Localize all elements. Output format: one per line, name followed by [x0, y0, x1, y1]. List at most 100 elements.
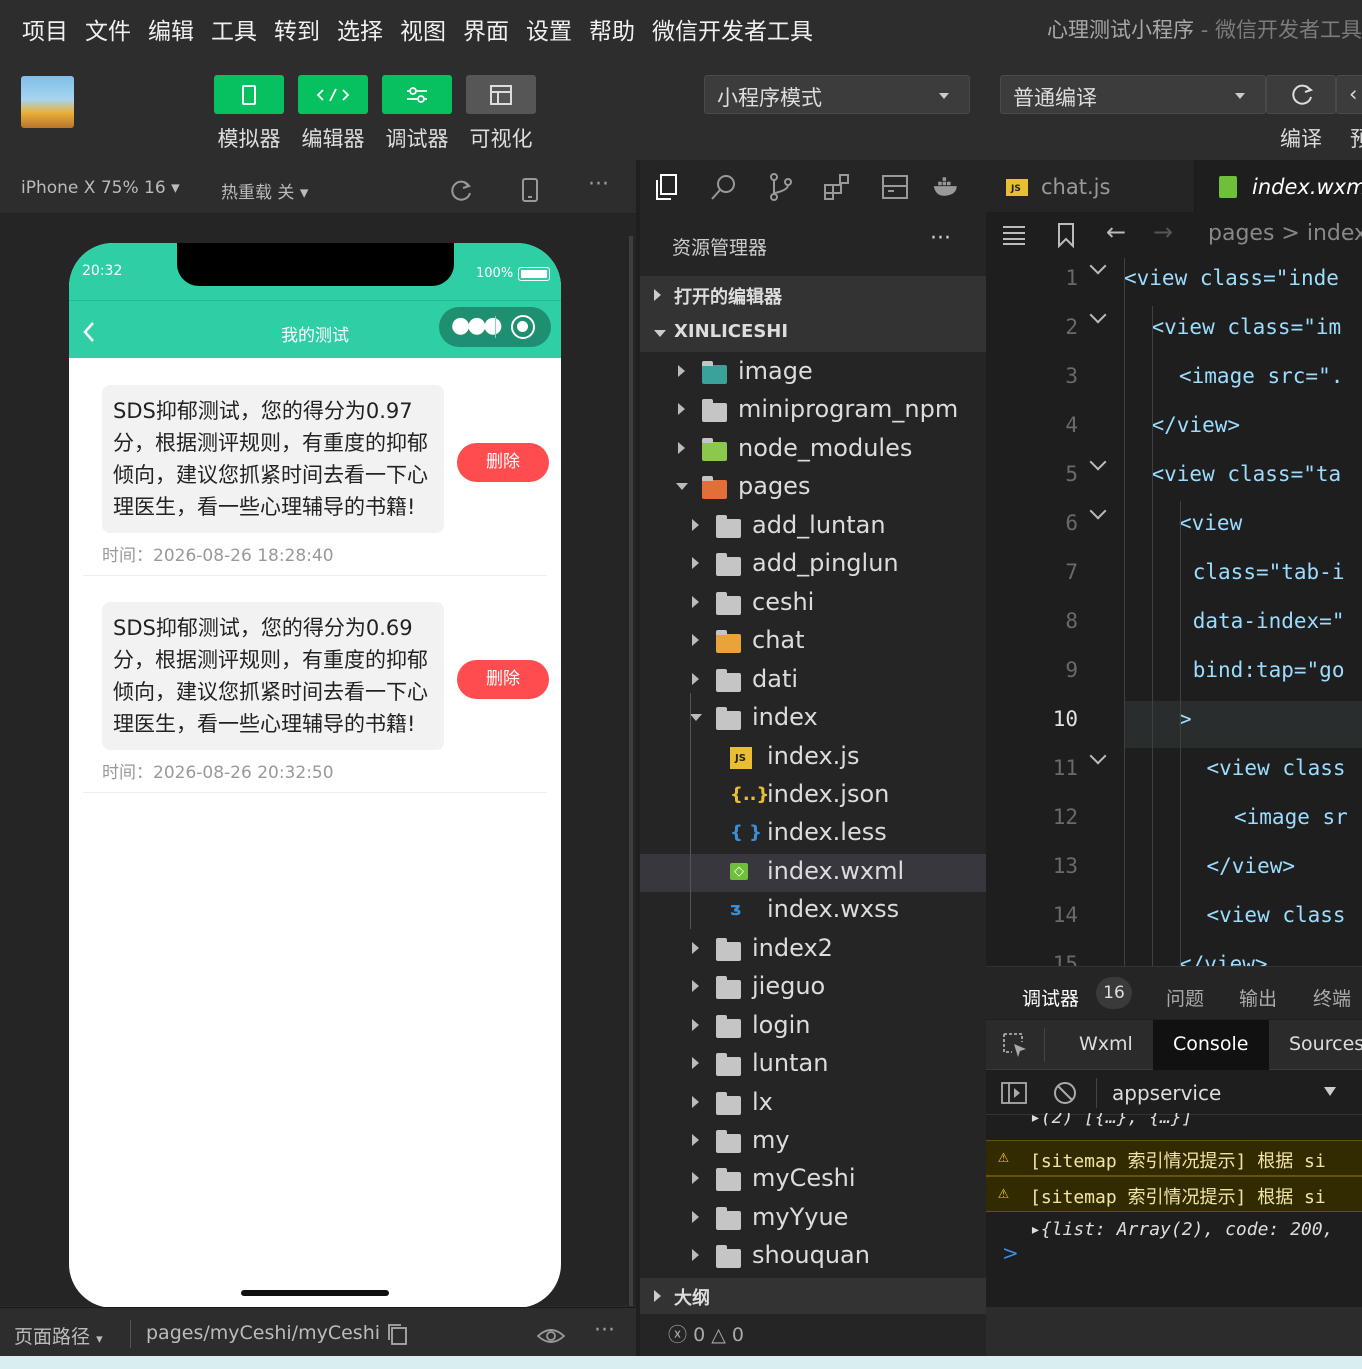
console-log[interactable]: ▸{list: Array(2), code: 200,	[986, 1213, 1362, 1249]
menu-item[interactable]: 选择	[337, 12, 383, 46]
eye-icon[interactable]	[536, 1326, 566, 1346]
open-editors-section[interactable]: 打开的编辑器	[640, 276, 986, 314]
bookmark-icon[interactable]	[1056, 222, 1076, 248]
close-miniprogram-icon[interactable]	[511, 315, 535, 339]
clear-console-icon[interactable]	[1053, 1081, 1077, 1105]
console-warning[interactable]: ⚠ [sitemap 索引情况提示] 根据 si	[986, 1139, 1362, 1176]
sidebar-toggle-icon[interactable]	[1000, 1081, 1028, 1105]
console-log[interactable]: ▸(2) [{…}, {…}]	[986, 1113, 1362, 1137]
tree-item[interactable]: miniprogram_npm	[640, 392, 988, 430]
preview-button[interactable]: ‹	[1336, 75, 1362, 114]
tree-item[interactable]: myCeshi	[640, 1161, 988, 1199]
rotate-icon[interactable]	[448, 177, 474, 203]
files-icon[interactable]	[652, 172, 682, 202]
tree-item[interactable]: myYyue	[640, 1200, 988, 1238]
menu-item[interactable]: 视图	[400, 12, 446, 46]
chevron-down-icon[interactable]	[1324, 1087, 1336, 1096]
menu-item[interactable]: 界面	[463, 12, 509, 46]
console-warning[interactable]: ⚠ [sitemap 索引情况提示] 根据 si	[986, 1176, 1362, 1212]
menu-item[interactable]: 帮助	[589, 12, 635, 46]
search-icon[interactable]	[709, 172, 739, 202]
subtab-sources[interactable]: Sources	[1289, 1033, 1362, 1055]
nav-back-icon[interactable]: ←	[1106, 218, 1126, 246]
menu-item[interactable]: 转到	[274, 12, 320, 46]
tree-item[interactable]: my	[640, 1123, 988, 1161]
tree-item[interactable]: luntan	[640, 1046, 988, 1084]
fold-chevron-icon[interactable]	[1089, 453, 1107, 471]
tree-item[interactable]: chat	[640, 623, 988, 661]
fold-chevron-icon[interactable]	[1089, 306, 1107, 324]
avatar[interactable]	[21, 76, 74, 128]
console-prompt[interactable]: >	[1002, 1241, 1019, 1265]
tree-item[interactable]: { } index.less	[640, 815, 988, 853]
nav-forward-icon[interactable]: →	[1153, 218, 1173, 246]
tree-item[interactable]: shouquan	[640, 1238, 988, 1276]
console-output[interactable]: ▸(2) [{…}, {…}] ⚠ [sitemap 索引情况提示] 根据 si ⚠ […	[986, 1113, 1362, 1308]
fold-chevron-icon[interactable]	[1089, 502, 1107, 520]
project-section[interactable]: XINLICESHI	[640, 314, 986, 352]
tree-item[interactable]: ◇ index.wxml	[640, 853, 988, 892]
delete-button[interactable]: 删除	[457, 660, 549, 699]
copy-icon[interactable]	[386, 1322, 408, 1346]
tree-item[interactable]: {..} index.json	[640, 777, 988, 815]
tree-item[interactable]: JS index.js	[640, 739, 988, 777]
tree-item[interactable]: dati	[640, 662, 988, 700]
tab-output[interactable]: 输出	[1239, 984, 1277, 1011]
tree-item[interactable]: ceshi	[640, 585, 988, 623]
menu-item[interactable]: 微信开发者工具	[652, 12, 813, 46]
delete-button[interactable]: 删除	[457, 443, 549, 482]
docker-icon[interactable]	[932, 172, 962, 202]
more-icon[interactable]: ···	[930, 226, 951, 251]
visual-button[interactable]	[466, 75, 536, 114]
subtab-console[interactable]: Console	[1173, 1033, 1248, 1055]
inspect-icon[interactable]	[1002, 1032, 1028, 1058]
tree-item[interactable]: pages	[640, 469, 988, 507]
debugger-button[interactable]	[382, 75, 452, 114]
tree-item[interactable]: lx	[640, 1085, 988, 1123]
more-icon[interactable]: ···	[588, 172, 609, 197]
tree-item[interactable]: add_pinglun	[640, 546, 988, 584]
tree-item[interactable]: ᴣ index.wxss	[640, 892, 988, 930]
code-area[interactable]: 1 <view class="inde 2 <view class="im 3 <imag…	[986, 258, 1362, 966]
tree-item[interactable]: image	[640, 354, 988, 392]
fold-chevron-icon[interactable]	[1089, 747, 1107, 765]
more-icon[interactable]: ···	[594, 1318, 615, 1343]
page-path-select[interactable]: 页面路径 ▾	[14, 1322, 103, 1349]
tab-terminal[interactable]: 终端	[1313, 984, 1351, 1011]
subtab-wxml[interactable]: Wxml	[1079, 1033, 1133, 1055]
context-select[interactable]: appservice	[1112, 1081, 1221, 1105]
mode-select[interactable]: 小程序模式	[704, 75, 970, 114]
tree-item[interactable]: login	[640, 1008, 988, 1046]
tab-index-wxml[interactable]: index.wxml	[1195, 160, 1362, 212]
menu-item[interactable]: 编辑	[148, 12, 194, 46]
fold-chevron-icon[interactable]	[1089, 258, 1107, 275]
problems-counter[interactable]: ⓧ 0 △ 0	[668, 1320, 744, 1347]
simulator-button[interactable]	[214, 75, 284, 114]
device-icon[interactable]	[521, 177, 539, 203]
hotreload-select[interactable]: 热重载 关 ▾	[221, 178, 308, 203]
tree-item[interactable]: index2	[640, 931, 988, 969]
menu-item[interactable]: 项目	[22, 12, 68, 46]
extensions-icon[interactable]	[822, 172, 852, 202]
menu-item[interactable]: 工具	[211, 12, 257, 46]
compile-button[interactable]	[1266, 75, 1336, 114]
menu-item[interactable]: 文件	[85, 12, 131, 46]
tab-chat-js[interactable]: JS chat.js	[986, 160, 1195, 212]
tree-item[interactable]: jieguo	[640, 969, 988, 1007]
tree-item[interactable]: add_luntan	[640, 508, 988, 546]
tab-problems[interactable]: 问题	[1166, 984, 1204, 1011]
editor-button[interactable]	[298, 75, 368, 114]
simulator-scrollbar[interactable]	[629, 236, 633, 1306]
list-icon[interactable]	[1001, 224, 1027, 246]
compile-mode-select[interactable]: 普通编译	[1000, 75, 1266, 114]
storage-icon[interactable]	[880, 172, 910, 202]
device-select[interactable]: iPhone X 75% 16 ▾	[21, 178, 180, 198]
tab-debugger[interactable]: 调试器	[1022, 984, 1079, 1011]
more-dots-icon[interactable]: ●●●	[451, 313, 503, 338]
folder-icon	[716, 630, 741, 654]
outline-section[interactable]: 大纲	[640, 1278, 986, 1314]
tree-item[interactable]: node_modules	[640, 431, 988, 469]
source-control-icon[interactable]	[766, 172, 796, 202]
tree-item[interactable]: index	[640, 700, 988, 738]
menu-item[interactable]: 设置	[526, 12, 572, 46]
